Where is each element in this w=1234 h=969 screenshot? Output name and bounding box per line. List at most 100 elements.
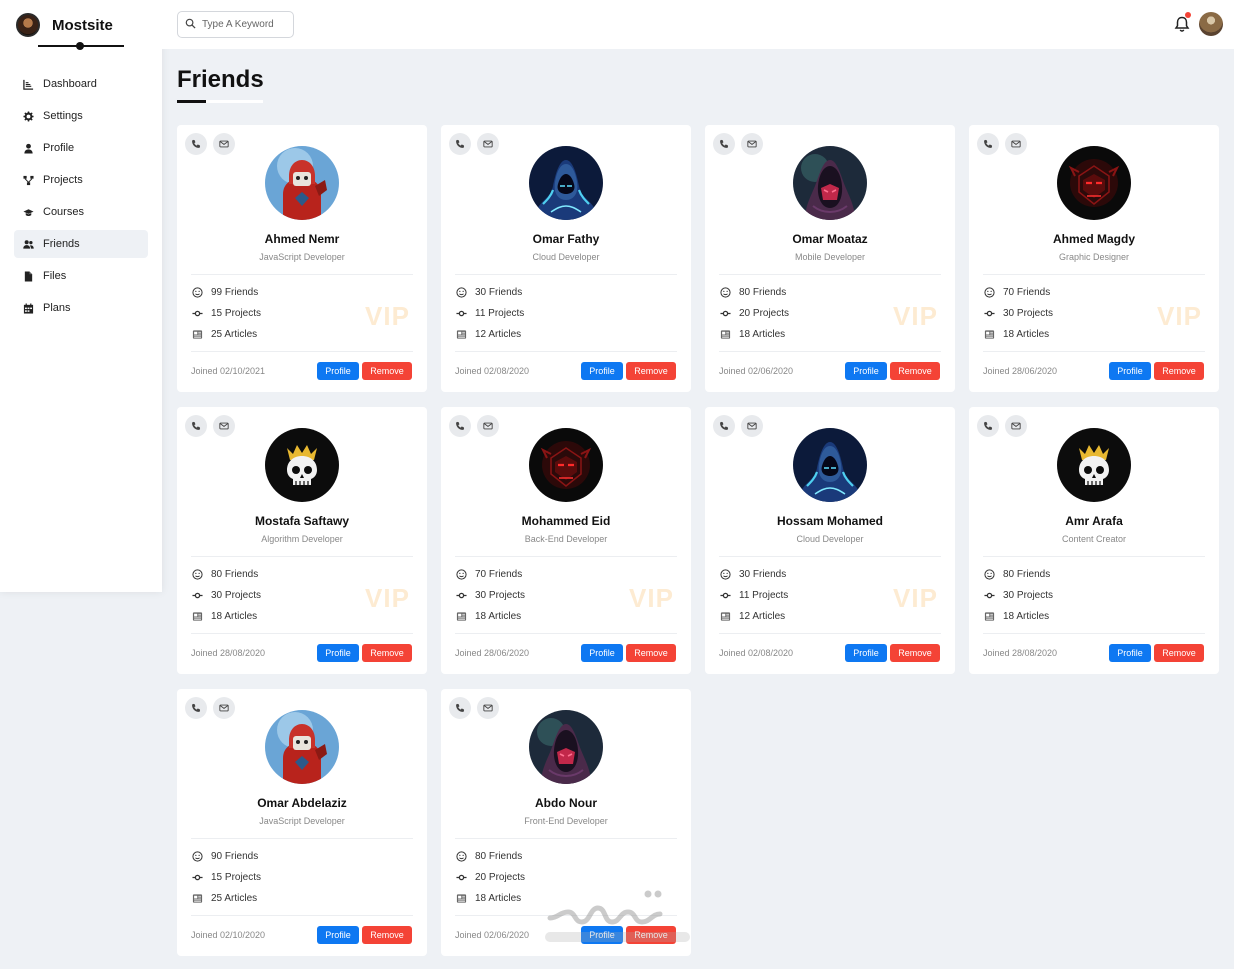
phone-button[interactable]	[977, 133, 999, 155]
phone-button[interactable]	[449, 697, 471, 719]
sidebar-item-friends[interactable]: Friends	[14, 230, 148, 258]
email-button[interactable]	[477, 697, 499, 719]
sidebar-item-plans[interactable]: Plans	[14, 294, 148, 322]
profile-button[interactable]: Profile	[1109, 644, 1151, 662]
articles-count-text: 25 Articles	[211, 893, 258, 904]
sidebar-item-projects[interactable]: Projects	[14, 166, 148, 194]
sidebar-item-settings[interactable]: Settings	[14, 102, 148, 130]
profile-button[interactable]: Profile	[1109, 362, 1151, 380]
friend-role: Front-End Developer	[524, 816, 608, 826]
profile-button[interactable]: Profile	[845, 362, 887, 380]
phone-button[interactable]	[185, 133, 207, 155]
email-button[interactable]	[741, 133, 763, 155]
user-avatar[interactable]	[1199, 12, 1223, 36]
sidebar-item-profile[interactable]: Profile	[14, 134, 148, 162]
friend-avatar	[793, 146, 867, 220]
projects-count-text: 30 Projects	[1003, 308, 1054, 319]
profile-button[interactable]: Profile	[845, 644, 887, 662]
search-box[interactable]	[177, 11, 294, 38]
mail-icon	[483, 703, 493, 713]
sidebar-item-courses[interactable]: Courses	[14, 198, 148, 226]
sidebar-item-label: Files	[43, 270, 67, 282]
mail-icon	[1011, 421, 1021, 431]
phone-button[interactable]	[449, 133, 471, 155]
sidebar: Mostsite Dashboard Settings Profile Proj…	[0, 0, 162, 592]
email-button[interactable]	[213, 133, 235, 155]
card-divider	[191, 556, 413, 557]
card-divider	[983, 556, 1205, 557]
mail-icon	[483, 421, 493, 431]
friend-role: Content Creator	[1061, 534, 1127, 544]
remove-button[interactable]: Remove	[362, 644, 412, 662]
newspaper-icon	[720, 611, 731, 622]
email-button[interactable]	[477, 415, 499, 437]
email-button[interactable]	[477, 133, 499, 155]
remove-button[interactable]: Remove	[626, 644, 676, 662]
friends-count: 30 Friends	[720, 569, 786, 580]
remove-button[interactable]: Remove	[890, 644, 940, 662]
articles-count: 25 Articles	[192, 893, 257, 904]
friend-card: Omar Fathy Cloud Developer 30 Friends 11…	[441, 125, 691, 392]
email-button[interactable]	[1005, 415, 1027, 437]
commit-icon	[456, 590, 467, 601]
email-button[interactable]	[213, 415, 235, 437]
projects-count: 30 Projects	[984, 308, 1053, 319]
friends-count-text: 70 Friends	[475, 569, 523, 580]
joined-date: Joined 02/08/2020	[455, 366, 530, 376]
friends-count-text: 70 Friends	[1003, 287, 1051, 298]
vip-badge: VIP	[893, 301, 938, 331]
remove-button[interactable]: Remove	[362, 926, 412, 944]
card-divider	[455, 274, 677, 275]
joined-date: Joined 02/08/2020	[719, 648, 794, 658]
remove-button[interactable]: Remove	[1154, 644, 1204, 662]
friends-count-text: 99 Friends	[211, 287, 259, 298]
card-divider	[719, 633, 941, 634]
phone-button[interactable]	[185, 415, 207, 437]
sidebar-item-label: Plans	[43, 302, 71, 314]
friend-avatar	[529, 146, 603, 220]
friend-role: Mobile Developer	[794, 252, 866, 262]
joined-date: Joined 02/10/2020	[191, 930, 266, 940]
articles-count-text: 18 Articles	[475, 611, 522, 622]
profile-button[interactable]: Profile	[317, 926, 359, 944]
remove-button[interactable]: Remove	[1154, 362, 1204, 380]
articles-count: 12 Articles	[720, 611, 785, 622]
email-button[interactable]	[213, 697, 235, 719]
friends-count-text: 90 Friends	[211, 851, 259, 862]
friend-card: Ahmed Nemr JavaScript Developer 99 Frien…	[177, 125, 427, 392]
notifications-button[interactable]	[1174, 12, 1191, 33]
remove-button[interactable]: Remove	[362, 362, 412, 380]
users-icon	[22, 238, 35, 251]
profile-button[interactable]: Profile	[317, 644, 359, 662]
phone-button[interactable]	[977, 415, 999, 437]
profile-button[interactable]: Profile	[581, 362, 623, 380]
commit-icon	[192, 308, 203, 319]
newspaper-icon	[984, 329, 995, 340]
friend-card: Abdo Nour Front-End Developer 80 Friends…	[441, 689, 691, 956]
email-button[interactable]	[741, 415, 763, 437]
profile-button[interactable]: Profile	[581, 644, 623, 662]
phone-icon	[719, 421, 729, 431]
profile-button[interactable]: Profile	[317, 362, 359, 380]
friends-count-text: 80 Friends	[1003, 569, 1051, 580]
chart-icon	[22, 78, 35, 91]
phone-button[interactable]	[449, 415, 471, 437]
remove-button[interactable]: Remove	[890, 362, 940, 380]
remove-button[interactable]: Remove	[626, 926, 676, 944]
joined-date: Joined 02/06/2020	[455, 930, 530, 940]
phone-button[interactable]	[185, 697, 207, 719]
sidebar-item-label: Dashboard	[43, 78, 97, 90]
friend-name: Ahmed Nemr	[264, 232, 340, 246]
search-input[interactable]	[202, 19, 287, 30]
phone-icon	[191, 703, 201, 713]
phone-button[interactable]	[713, 415, 735, 437]
remove-button[interactable]: Remove	[626, 362, 676, 380]
phone-button[interactable]	[713, 133, 735, 155]
sidebar-item-dashboard[interactable]: Dashboard	[14, 70, 148, 98]
profile-button[interactable]: Profile	[581, 926, 623, 944]
friends-count: 80 Friends	[456, 851, 522, 862]
smile-icon	[192, 851, 203, 862]
sidebar-item-files[interactable]: Files	[14, 262, 148, 290]
projects-count-text: 30 Projects	[475, 590, 526, 601]
email-button[interactable]	[1005, 133, 1027, 155]
